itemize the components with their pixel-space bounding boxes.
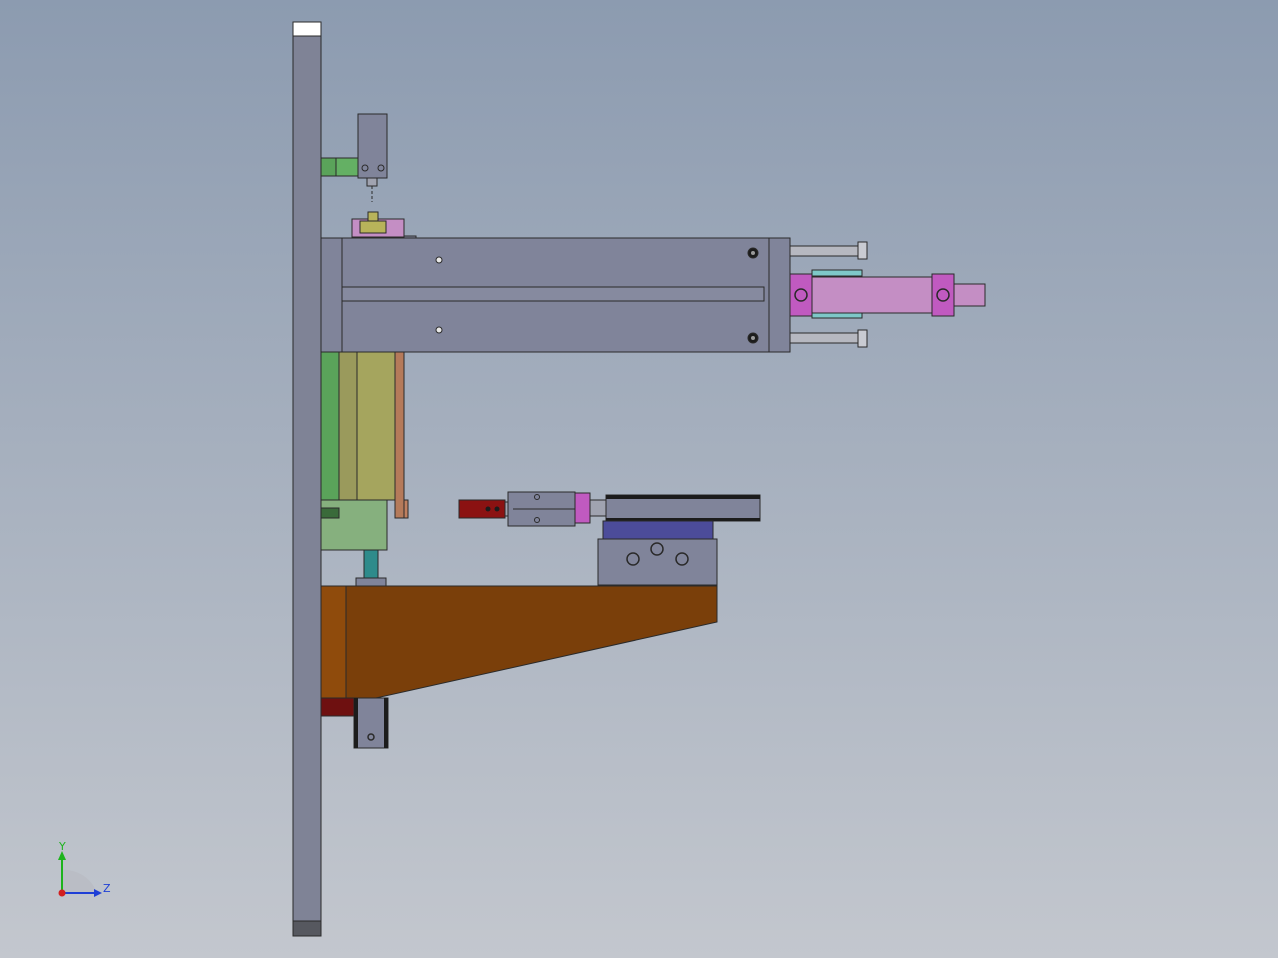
pneumatic-cylinder[interactable] [789,269,986,319]
z-axis-arrowhead [94,889,102,897]
cad-model-view[interactable]: Y Z [0,0,1278,958]
clamp-block[interactable] [351,211,417,240]
linear-module[interactable] [320,237,791,353]
cad-viewport[interactable]: Y Z [0,0,1278,958]
z-axis-label: Z [103,882,111,895]
axis-triad: Y Z [58,840,111,897]
x-axis-origin [58,889,66,897]
top-sensor-assembly[interactable] [320,113,388,202]
cantilever-bracket[interactable] [320,585,718,699]
lower-support[interactable] [320,697,389,749]
base-plate[interactable] [292,21,322,937]
vertical-slide[interactable] [320,351,409,587]
y-axis-label: Y [58,840,66,853]
